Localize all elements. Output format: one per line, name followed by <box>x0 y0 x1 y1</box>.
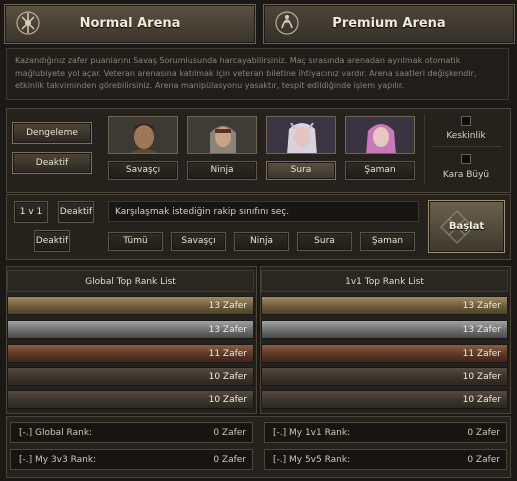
sharpness-label: Keskinlik <box>446 131 486 141</box>
portrait-ninja[interactable] <box>187 116 257 154</box>
class-button-ninja[interactable]: Ninja <box>187 161 257 180</box>
sura-portrait-icon <box>267 117 335 153</box>
global-row: 11 Zafer <box>7 344 254 363</box>
onevone-list-title: 1v1 Top Rank List <box>261 270 508 292</box>
balance-button[interactable]: Dengeleme <box>12 122 92 144</box>
global-row: 10 Zafer <box>7 367 254 386</box>
my-3v3-rank-box: [-.] My 3v3 Rank: 0 Zafer <box>10 449 253 470</box>
options-separator <box>432 146 502 147</box>
portrait-shaman[interactable] <box>345 116 415 154</box>
global-rank-label: [-.] Global Rank: <box>19 428 93 438</box>
opponent-filter-shaman[interactable]: Şaman <box>360 232 415 251</box>
shaman-portrait-icon <box>346 117 414 153</box>
class-button-shaman[interactable]: Şaman <box>345 161 415 180</box>
global-list-title: Global Top Rank List <box>7 270 254 292</box>
black-magic-label: Kara Büyü <box>442 170 490 180</box>
sharpness-checkbox[interactable] <box>461 116 471 126</box>
tab-premium-arena[interactable]: Premium Arena <box>263 4 515 44</box>
class-button-warrior[interactable]: Savaşçı <box>108 161 178 180</box>
tab-premium-arena-label: Premium Arena <box>332 16 446 31</box>
options-divider <box>424 114 425 184</box>
global-rank-box: [-.] Global Rank: 0 Zafer <box>10 422 253 443</box>
black-magic-checkbox[interactable] <box>461 154 471 164</box>
portrait-warrior[interactable] <box>108 116 178 154</box>
onevone-row: 10 Zafer <box>261 390 508 409</box>
opponent-filter-ninja[interactable]: Ninja <box>234 232 289 251</box>
mode-inactive-button-b[interactable]: Deaktif <box>34 230 70 252</box>
onevone-row: 13 Zafer <box>261 320 508 339</box>
onevone-row: 11 Zafer <box>261 344 508 363</box>
my-1v1-rank-label: [-.] My 1v1 Rank: <box>273 428 351 438</box>
my-1v1-rank-box: [-.] My 1v1 Rank: 0 Zafer <box>264 422 507 443</box>
global-row: 13 Zafer <box>7 320 254 339</box>
mode-1v1-button[interactable]: 1 v 1 <box>14 201 48 223</box>
arena-description: Kazandığınız zafer puanlarını Savaş Soru… <box>6 48 509 100</box>
start-button[interactable]: Başlat <box>428 200 505 253</box>
portrait-sura[interactable] <box>266 116 336 154</box>
ninja-portrait-icon <box>188 117 256 153</box>
tab-normal-arena-label: Normal Arena <box>79 16 181 31</box>
my-1v1-rank-value: 0 Zafer <box>467 428 500 438</box>
my-3v3-rank-label: [-.] My 3v3 Rank: <box>19 455 97 465</box>
class-button-sura[interactable]: Sura <box>266 161 336 180</box>
inactive-button[interactable]: Deaktif <box>12 152 92 174</box>
class-selection-panel <box>6 108 511 193</box>
my-5v5-rank-value: 0 Zafer <box>467 455 500 465</box>
opponent-filter-all[interactable]: Tümü <box>108 232 163 251</box>
opponent-filter-warrior[interactable]: Savaşçı <box>171 232 226 251</box>
global-rank-value: 0 Zafer <box>213 428 246 438</box>
mode-inactive-button-a[interactable]: Deaktif <box>58 201 94 223</box>
warrior-portrait-icon <box>109 117 177 153</box>
my-3v3-rank-value: 0 Zafer <box>213 455 246 465</box>
tab-normal-arena[interactable]: Normal Arena <box>4 4 256 44</box>
opponent-filter-sura[interactable]: Sura <box>297 232 352 251</box>
onevone-row: 10 Zafer <box>261 367 508 386</box>
start-label: Başlat <box>448 221 485 232</box>
global-row: 10 Zafer <box>7 390 254 409</box>
opponent-prompt: Karşılaşmak istediğin rakip sınıfını seç… <box>108 201 419 222</box>
onevone-row: 13 Zafer <box>261 296 508 315</box>
global-row: 13 Zafer <box>7 296 254 315</box>
my-5v5-rank-label: [-.] My 5v5 Rank: <box>273 455 351 465</box>
my-5v5-rank-box: [-.] My 5v5 Rank: 0 Zafer <box>264 449 507 470</box>
